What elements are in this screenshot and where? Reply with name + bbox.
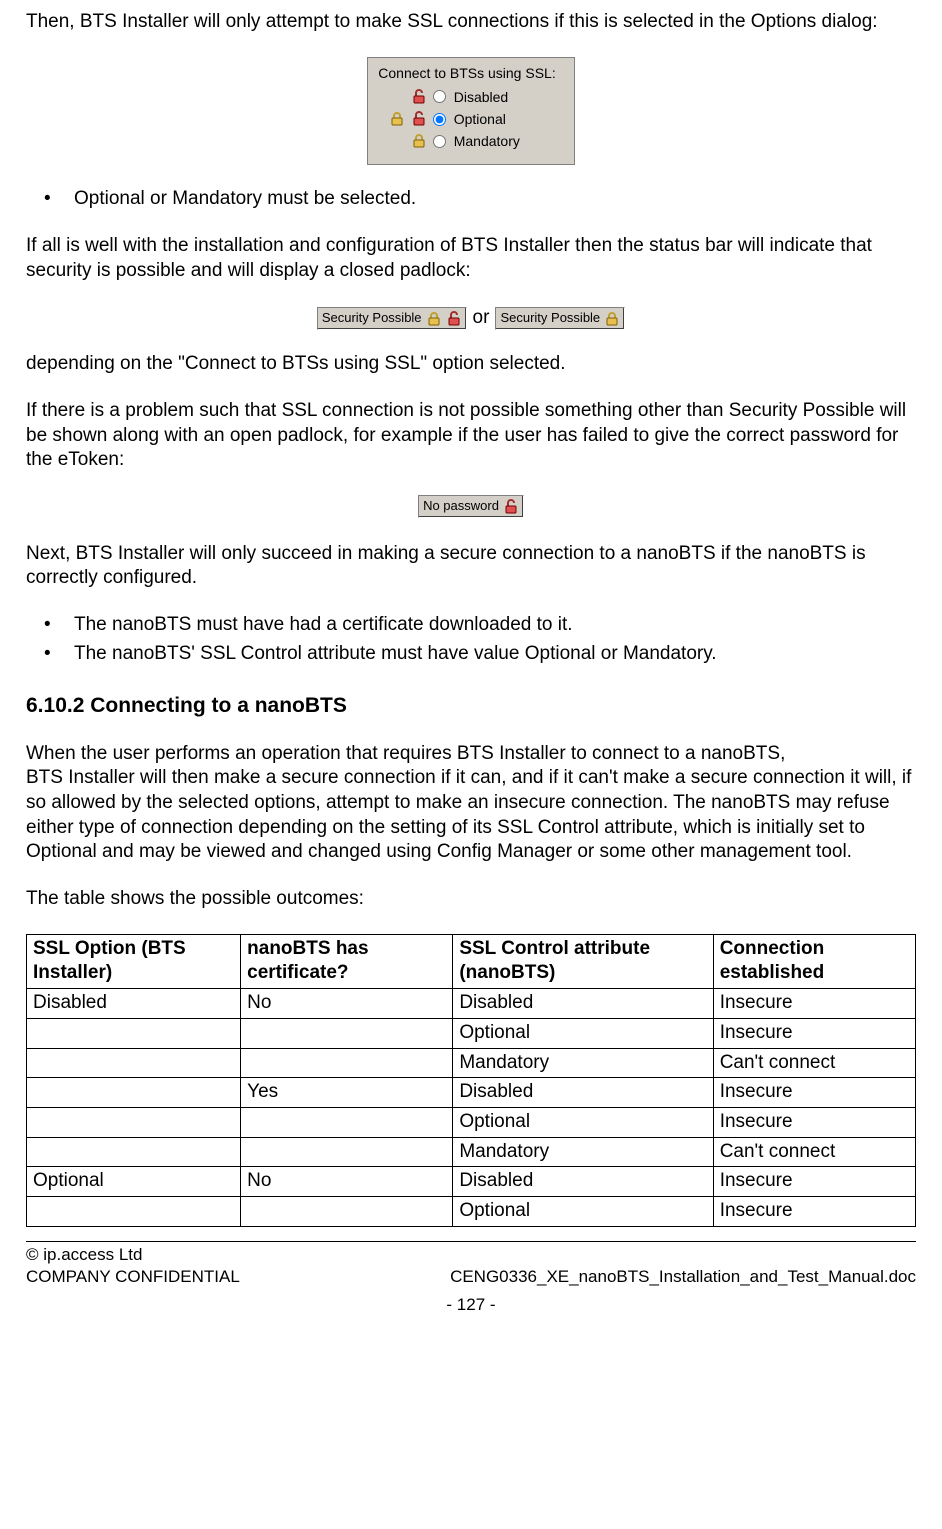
table-row: OptionalInsecure [27, 1196, 916, 1226]
status-security-possible-single: Security Possible [495, 307, 625, 330]
table-cell: Disabled [453, 1078, 713, 1108]
outcomes-table: SSL Option (BTS Installer) nanoBTS has c… [26, 934, 916, 1227]
table-row: DisabledNoDisabledInsecure [27, 989, 916, 1019]
radio-optional[interactable] [433, 113, 446, 126]
radio-label-disabled: Disabled [454, 88, 526, 106]
lock-closed-icon [604, 311, 620, 327]
table-cell [241, 1018, 453, 1048]
table-cell: Optional [27, 1167, 241, 1197]
table-cell: Insecure [713, 989, 915, 1019]
table-cell: Insecure [713, 1078, 915, 1108]
paragraph-6: When the user performs an operation that… [26, 742, 916, 865]
table-cell: Can't connect [713, 1137, 915, 1167]
table-cell [27, 1137, 241, 1167]
footer-doc-name: CENG0336_XE_nanoBTS_Installation_and_Tes… [450, 1266, 916, 1288]
bullet-list-1: Optional or Mandatory must be selected. [26, 187, 916, 212]
lock-closed-icon [411, 133, 427, 149]
table-cell [27, 1078, 241, 1108]
paragraph-3: depending on the "Connect to BTSs using … [26, 352, 916, 377]
table-cell: Mandatory [453, 1137, 713, 1167]
table-cell: Yes [241, 1078, 453, 1108]
table-cell: Mandatory [453, 1048, 713, 1078]
table-cell: Disabled [453, 989, 713, 1019]
table-row: OptionalNoDisabledInsecure [27, 1167, 916, 1197]
lock-closed-icon [426, 311, 442, 327]
page-number: - 127 - [26, 1294, 916, 1316]
th-ssl-option: SSL Option (BTS Installer) [27, 934, 241, 988]
footer-copyright: © ip.access Ltd [26, 1244, 916, 1266]
table-row: MandatoryCan't connect [27, 1048, 916, 1078]
table-cell: No [241, 1167, 453, 1197]
table-cell: Disabled [27, 989, 241, 1019]
paragraph-2: If all is well with the installation and… [26, 234, 916, 283]
table-header-row: SSL Option (BTS Installer) nanoBTS has c… [27, 934, 916, 988]
status-label: Security Possible [322, 310, 422, 327]
paragraph-5: Next, BTS Installer will only succeed in… [26, 542, 916, 591]
status-label: Security Possible [500, 310, 600, 327]
table-cell: No [241, 989, 453, 1019]
radio-row-optional[interactable]: Optional [378, 110, 555, 128]
table-cell [241, 1048, 453, 1078]
th-ssl-control: SSL Control attribute (nanoBTS) [453, 934, 713, 988]
ssl-panel-title: Connect to BTSs using SSL: [378, 64, 555, 82]
th-connection: Connection established [713, 934, 915, 988]
table-cell [27, 1196, 241, 1226]
section-heading: 6.10.2 Connecting to a nanoBTS [26, 692, 916, 719]
footer-confidential: COMPANY CONFIDENTIAL [26, 1266, 240, 1288]
or-text: or [473, 306, 490, 331]
list-item: The nanoBTS must have had a certificate … [26, 613, 916, 638]
th-has-cert: nanoBTS has certificate? [241, 934, 453, 988]
ssl-options-panel: Connect to BTSs using SSL: Disabled Opti… [367, 57, 574, 166]
table-row: MandatoryCan't connect [27, 1137, 916, 1167]
footer-rule [26, 1241, 916, 1242]
table-row: YesDisabledInsecure [27, 1078, 916, 1108]
table-cell [27, 1048, 241, 1078]
table-cell [27, 1018, 241, 1048]
table-cell: Insecure [713, 1018, 915, 1048]
lock-open-icon [411, 111, 427, 127]
table-cell: Optional [453, 1196, 713, 1226]
radio-label-mandatory: Mandatory [454, 132, 526, 150]
status-security-possible-dual: Security Possible [317, 307, 467, 330]
table-cell [241, 1196, 453, 1226]
lock-closed-icon [389, 111, 405, 127]
radio-label-optional: Optional [454, 110, 526, 128]
list-item: The nanoBTS' SSL Control attribute must … [26, 642, 916, 667]
table-cell: Insecure [713, 1167, 915, 1197]
paragraph-4: If there is a problem such that SSL conn… [26, 399, 916, 473]
paragraph-7: The table shows the possible outcomes: [26, 887, 916, 912]
list-item: Optional or Mandatory must be selected. [26, 187, 916, 212]
radio-row-disabled[interactable]: Disabled [378, 88, 555, 106]
radio-row-mandatory[interactable]: Mandatory [378, 132, 555, 150]
page-footer: © ip.access Ltd COMPANY CONFIDENTIAL CEN… [26, 1244, 916, 1288]
table-cell: Optional [453, 1018, 713, 1048]
intro-paragraph: Then, BTS Installer will only attempt to… [26, 10, 916, 35]
radio-disabled[interactable] [433, 90, 446, 103]
table-cell: Can't connect [713, 1048, 915, 1078]
table-cell: Optional [453, 1107, 713, 1137]
bullet-list-2: The nanoBTS must have had a certificate … [26, 613, 916, 666]
table-cell [27, 1107, 241, 1137]
table-cell: Disabled [453, 1167, 713, 1197]
radio-mandatory[interactable] [433, 135, 446, 148]
lock-open-icon [503, 499, 519, 515]
table-cell [241, 1107, 453, 1137]
table-cell: Insecure [713, 1107, 915, 1137]
table-cell [241, 1137, 453, 1167]
table-cell: Insecure [713, 1196, 915, 1226]
status-no-password: No password [418, 495, 524, 518]
table-row: OptionalInsecure [27, 1018, 916, 1048]
lock-open-icon [411, 89, 427, 105]
lock-open-icon [446, 311, 462, 327]
table-row: OptionalInsecure [27, 1107, 916, 1137]
status-label: No password [423, 498, 499, 515]
